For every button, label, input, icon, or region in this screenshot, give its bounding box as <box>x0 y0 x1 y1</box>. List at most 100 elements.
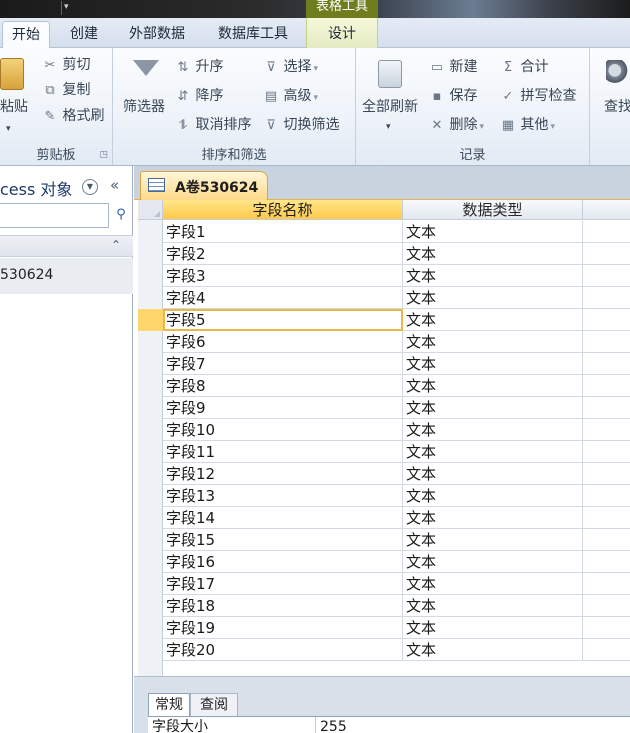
description-cell[interactable] <box>583 375 630 397</box>
document-tab[interactable]: A卷530624 <box>140 171 268 200</box>
data-type-cell[interactable]: 文本 <box>403 441 583 463</box>
table-row[interactable]: 字段4 文本 <box>163 287 630 309</box>
data-type-cell[interactable]: 文本 <box>403 573 583 595</box>
field-name-cell[interactable]: 字段4 <box>163 287 403 309</box>
row-selector[interactable] <box>138 287 163 309</box>
table-row[interactable]: 字段16 文本 <box>163 551 630 573</box>
selection-button[interactable]: ⊽ 选择 ▾ <box>263 58 318 78</box>
data-type-cell[interactable]: 文本 <box>403 265 583 287</box>
field-name-cell[interactable]: 字段14 <box>163 507 403 529</box>
tab-database-tools[interactable]: 数据库工具 <box>208 21 298 48</box>
column-header-field-name[interactable]: 字段名称 <box>163 200 403 220</box>
field-name-cell[interactable]: 字段6 <box>163 331 403 353</box>
data-type-cell[interactable]: 文本 <box>403 309 583 331</box>
table-row[interactable]: 字段11 文本 <box>163 441 630 463</box>
filter-icon[interactable] <box>133 60 159 76</box>
field-name-cell[interactable]: 字段2 <box>163 243 403 265</box>
quick-access-toolbar[interactable] <box>2 1 62 15</box>
spelling-button[interactable]: ✓ 拼写检查 <box>500 87 577 106</box>
row-selector[interactable] <box>138 397 163 419</box>
row-selector[interactable] <box>138 595 163 617</box>
data-type-cell[interactable]: 文本 <box>403 617 583 639</box>
nav-menu-dropdown-icon[interactable]: ▼ <box>82 179 98 195</box>
field-name-cell[interactable]: 字段19 <box>163 617 403 639</box>
refresh-all-icon[interactable] <box>378 60 402 88</box>
description-cell[interactable] <box>583 331 630 353</box>
table-row[interactable]: 字段15 文本 <box>163 529 630 551</box>
row-selector[interactable] <box>138 573 163 595</box>
nav-collapse-icon[interactable]: « <box>110 176 119 194</box>
more-button[interactable]: ▦ 其他 ▾ <box>500 116 555 136</box>
table-row[interactable]: 字段8 文本 <box>163 375 630 397</box>
data-type-cell[interactable]: 文本 <box>403 507 583 529</box>
data-type-cell[interactable]: 文本 <box>403 353 583 375</box>
table-row[interactable]: 字段6 文本 <box>163 331 630 353</box>
table-row[interactable]: 字段14 文本 <box>163 507 630 529</box>
clipboard-dialog-launcher-icon[interactable]: ◳ <box>99 150 108 160</box>
tab-create[interactable]: 创建 <box>60 21 108 48</box>
data-type-cell[interactable]: 文本 <box>403 221 583 243</box>
description-cell[interactable] <box>583 529 630 551</box>
refresh-dropdown-icon[interactable]: ▾ <box>386 118 391 136</box>
tab-home[interactable]: 开始 <box>2 21 50 48</box>
table-row[interactable]: 字段2 文本 <box>163 243 630 265</box>
totals-button[interactable]: Σ 合计 <box>500 58 549 77</box>
search-icon[interactable]: ⚲ <box>110 203 132 228</box>
field-name-cell[interactable]: 字段9 <box>163 397 403 419</box>
column-header-description[interactable] <box>583 200 630 220</box>
format-painter-button[interactable]: ✎ 格式刷 <box>42 107 105 126</box>
advanced-button[interactable]: ▤ 高级 ▾ <box>263 87 318 107</box>
row-selector[interactable] <box>138 243 163 265</box>
row-selector[interactable] <box>138 441 163 463</box>
table-row[interactable]: 字段19 文本 <box>163 617 630 639</box>
field-name-cell[interactable]: 字段20 <box>163 639 403 661</box>
field-name-cell[interactable]: 字段10 <box>163 419 403 441</box>
description-cell[interactable] <box>583 221 630 243</box>
description-cell[interactable] <box>583 265 630 287</box>
description-cell[interactable] <box>583 243 630 265</box>
tab-lookup[interactable]: 查阅 <box>190 693 238 717</box>
table-row[interactable]: 字段9 文本 <box>163 397 630 419</box>
row-selector[interactable] <box>138 375 163 397</box>
description-cell[interactable] <box>583 485 630 507</box>
description-cell[interactable] <box>583 507 630 529</box>
table-row[interactable]: 字段3 文本 <box>163 265 630 287</box>
field-name-cell[interactable]: 字段3 <box>163 265 403 287</box>
refresh-all-button[interactable]: 全部刷新 <box>362 98 418 116</box>
new-record-button[interactable]: ▭ 新建 <box>429 58 478 77</box>
tab-general[interactable]: 常规 <box>148 693 190 717</box>
row-selector[interactable] <box>138 485 163 507</box>
save-record-button[interactable]: ▪ 保存 <box>429 87 478 106</box>
field-name-cell[interactable]: 字段18 <box>163 595 403 617</box>
nav-item-table[interactable]: 530624 <box>0 258 133 294</box>
description-cell[interactable] <box>583 419 630 441</box>
table-row[interactable]: 字段12 文本 <box>163 463 630 485</box>
table-row[interactable]: 字段20 文本 <box>163 639 630 661</box>
table-row[interactable]: 字段17 文本 <box>163 573 630 595</box>
row-selector[interactable] <box>138 507 163 529</box>
quick-access-dropdown-icon[interactable]: ▾ <box>64 2 69 12</box>
row-selector[interactable] <box>138 639 163 661</box>
field-name-cell[interactable]: 字段1 <box>163 221 403 243</box>
field-name-cell[interactable]: 字段7 <box>163 353 403 375</box>
description-cell[interactable] <box>583 463 630 485</box>
nav-search-input[interactable] <box>0 203 109 228</box>
data-type-cell[interactable]: 文本 <box>403 551 583 573</box>
row-selector[interactable] <box>138 419 163 441</box>
description-cell[interactable] <box>583 617 630 639</box>
field-name-cell[interactable]: 字段15 <box>163 529 403 551</box>
description-cell[interactable] <box>583 639 630 661</box>
data-type-cell[interactable]: 文本 <box>403 463 583 485</box>
row-selector[interactable] <box>138 221 163 243</box>
table-row[interactable]: 字段13 文本 <box>163 485 630 507</box>
chevron-up-icon[interactable]: ⌃ <box>111 238 121 252</box>
find-button[interactable]: 查找 <box>604 98 630 116</box>
description-cell[interactable] <box>583 551 630 573</box>
field-name-cell[interactable]: 字段5 <box>163 309 403 331</box>
field-name-cell[interactable]: 字段8 <box>163 375 403 397</box>
toggle-filter-button[interactable]: ⊽ 切换筛选 <box>263 116 339 135</box>
description-cell[interactable] <box>583 441 630 463</box>
tab-external-data[interactable]: 外部数据 <box>120 21 194 48</box>
field-name-cell[interactable]: 字段16 <box>163 551 403 573</box>
description-cell[interactable] <box>583 309 630 331</box>
